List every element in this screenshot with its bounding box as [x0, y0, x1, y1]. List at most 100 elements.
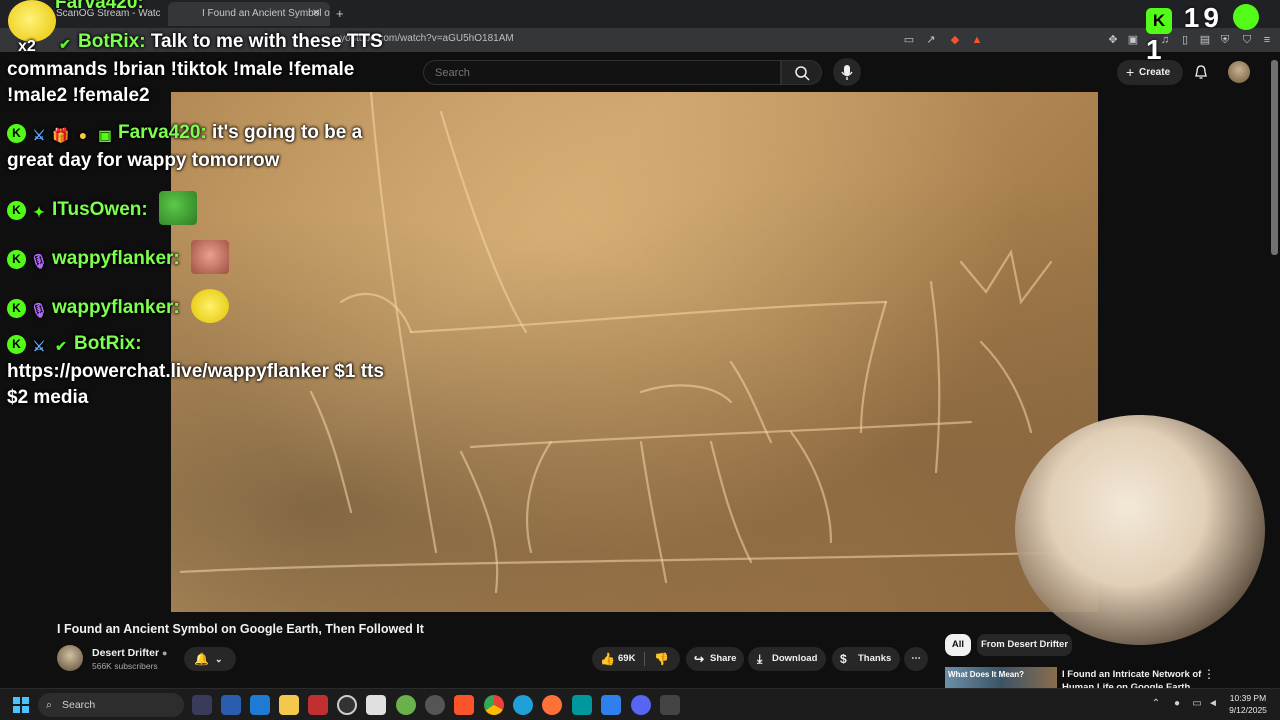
microphone-icon[interactable]: ●	[1171, 698, 1183, 710]
bell-icon: 🔔	[194, 652, 209, 666]
gift-badge-icon: 🎁	[52, 127, 70, 143]
petroglyph-carvings	[179, 92, 1093, 594]
download-label: Download	[772, 653, 818, 664]
like-count[interactable]: 69K	[618, 647, 635, 671]
chat-text: it's going to be a	[212, 122, 363, 143]
kick-badge-icon: K	[7, 299, 26, 318]
chevron-down-icon: ⌄	[215, 654, 223, 664]
channel-name-text: Desert Drifter	[92, 647, 160, 659]
sword-badge-icon: ⚔	[32, 127, 46, 143]
brave-shield-icon[interactable]: ◆	[948, 33, 962, 47]
screen-icon[interactable]: ▭	[902, 33, 916, 47]
discord-icon[interactable]	[631, 695, 651, 715]
brave-browser-icon[interactable]	[454, 695, 474, 715]
app-icon[interactable]	[337, 695, 357, 715]
recommended-thumbnail[interactable]: What Does It Mean?	[945, 667, 1057, 689]
widgets-app-icon[interactable]	[192, 695, 212, 715]
app-icon[interactable]	[308, 695, 328, 715]
taskbar-search[interactable]: ⌕ Search	[38, 693, 184, 717]
page-scrollbar[interactable]	[1271, 60, 1278, 255]
menu-icon[interactable]: ≡	[1260, 33, 1274, 47]
vscode-icon[interactable]	[601, 695, 621, 715]
sword-badge-icon: ⚔	[32, 338, 46, 354]
chrome-icon[interactable]	[484, 695, 504, 715]
chat-text-line: commands !brian !tiktok !male !female	[7, 59, 355, 80]
share-button[interactable]: ↪ Share	[686, 647, 744, 671]
share-icon[interactable]: ↗	[924, 33, 938, 47]
app-icon[interactable]	[660, 695, 680, 715]
microphone-icon	[841, 65, 853, 80]
counter-secondary-value: 1	[1146, 34, 1162, 65]
brave-rewards-icon[interactable]: ▲	[970, 33, 984, 47]
search-input[interactable]	[424, 61, 780, 84]
app-icon[interactable]	[425, 695, 445, 715]
chat-message-1: Farva420:	[55, 0, 144, 14]
chat-message-6: K 🎙 wappyflanker:	[7, 289, 230, 323]
search-button[interactable]	[781, 60, 822, 85]
close-tab-icon[interactable]: ✕	[312, 2, 324, 26]
more-actions-button[interactable]: ⋯	[904, 647, 928, 671]
extensions-icon[interactable]: ✥	[1106, 33, 1120, 47]
channel-avatar[interactable]	[57, 645, 83, 671]
taskbar-clock[interactable]: 10:39 PM 9/12/2025	[1225, 692, 1271, 716]
reader-icon[interactable]: ▣	[1126, 33, 1140, 47]
subscriber-count: 566K subscribers	[92, 661, 158, 671]
arduino-icon[interactable]	[572, 695, 592, 715]
app-icon[interactable]	[221, 695, 241, 715]
chat-username: Farva420:	[118, 122, 207, 143]
volume-icon[interactable]: ◄	[1207, 698, 1219, 710]
chat-username: wappyflanker:	[52, 248, 180, 269]
app-icon[interactable]	[250, 695, 270, 715]
windows-taskbar: ⌕ Search ⌃ ● ▭ ◄ 10:39 PM 9/12/2025	[0, 688, 1280, 720]
wallet-icon[interactable]: ▤	[1198, 33, 1212, 47]
webcam-overlay	[1015, 415, 1265, 645]
windows-start-icon[interactable]	[13, 697, 29, 713]
search-box[interactable]	[423, 60, 781, 85]
notifications-bell-icon[interactable]	[1193, 64, 1209, 80]
shield-icon[interactable]: ⛉	[1240, 33, 1254, 47]
microphone-badge-icon: 🎙	[30, 302, 48, 318]
video-player[interactable]	[171, 92, 1098, 612]
thanks-button[interactable]: $ Thanks	[832, 647, 900, 671]
thanks-icon: $	[840, 652, 847, 666]
dislike-icon[interactable]: 👎	[654, 647, 669, 671]
create-label: Create	[1139, 67, 1171, 78]
kick-badge-icon: K	[7, 124, 26, 143]
kick-logo-icon: K	[1146, 8, 1172, 34]
channel-name[interactable]: Desert Drifter ●	[92, 647, 167, 659]
chip-all[interactable]: All	[945, 634, 971, 656]
user-avatar[interactable]	[1228, 61, 1250, 83]
tab-youtube-video[interactable]: I Found an Ancient Symbol on Google Eart…	[168, 2, 330, 26]
stream-counter: K 19 1	[1146, 2, 1280, 65]
chevron-up-icon[interactable]: ⌃	[1150, 698, 1162, 710]
download-button[interactable]: ⤓ Download	[748, 647, 826, 671]
search-icon	[795, 66, 810, 81]
display-icon[interactable]: ▭	[1191, 698, 1203, 710]
app-icon[interactable]	[396, 695, 416, 715]
recommended-title[interactable]: I Found an Intricate Network of Human Li…	[1062, 668, 1202, 690]
subscribe-bell-button[interactable]: 🔔 ⌄	[184, 647, 236, 671]
new-tab-icon[interactable]: +	[336, 2, 348, 26]
firefox-icon[interactable]	[542, 695, 562, 715]
file-explorer-icon[interactable]	[279, 695, 299, 715]
verified-channel-icon: ●	[162, 648, 168, 658]
counter-value: 19	[1183, 2, 1223, 33]
search-icon: ⌕	[46, 699, 52, 711]
chat-username: BotRix:	[78, 31, 146, 52]
chat-message-4: K ✦ ITusOwen:	[7, 191, 197, 225]
og-badge-icon: ▣	[98, 127, 112, 143]
face-emote	[191, 240, 230, 274]
voice-search-button[interactable]	[833, 58, 861, 86]
like-icon[interactable]: 👍	[600, 647, 615, 671]
app-icon[interactable]	[366, 695, 386, 715]
chat-text: Talk to me with these TTS	[150, 31, 383, 52]
sidebar-icon[interactable]: ▯	[1178, 33, 1192, 47]
plus-icon: +	[1126, 64, 1135, 80]
vpn-icon[interactable]: ⛨	[1218, 33, 1232, 47]
download-icon: ⤓	[757, 652, 763, 666]
more-vertical-icon[interactable]: ⋮	[1203, 667, 1215, 681]
chat-text-line: https://powerchat.live/wappyflanker $1 t…	[7, 361, 384, 382]
chip-from-channel[interactable]: From Desert Drifter	[977, 634, 1072, 656]
chat-text-line: great day for wappy tomorrow	[7, 150, 280, 171]
edge-icon[interactable]	[513, 695, 533, 715]
